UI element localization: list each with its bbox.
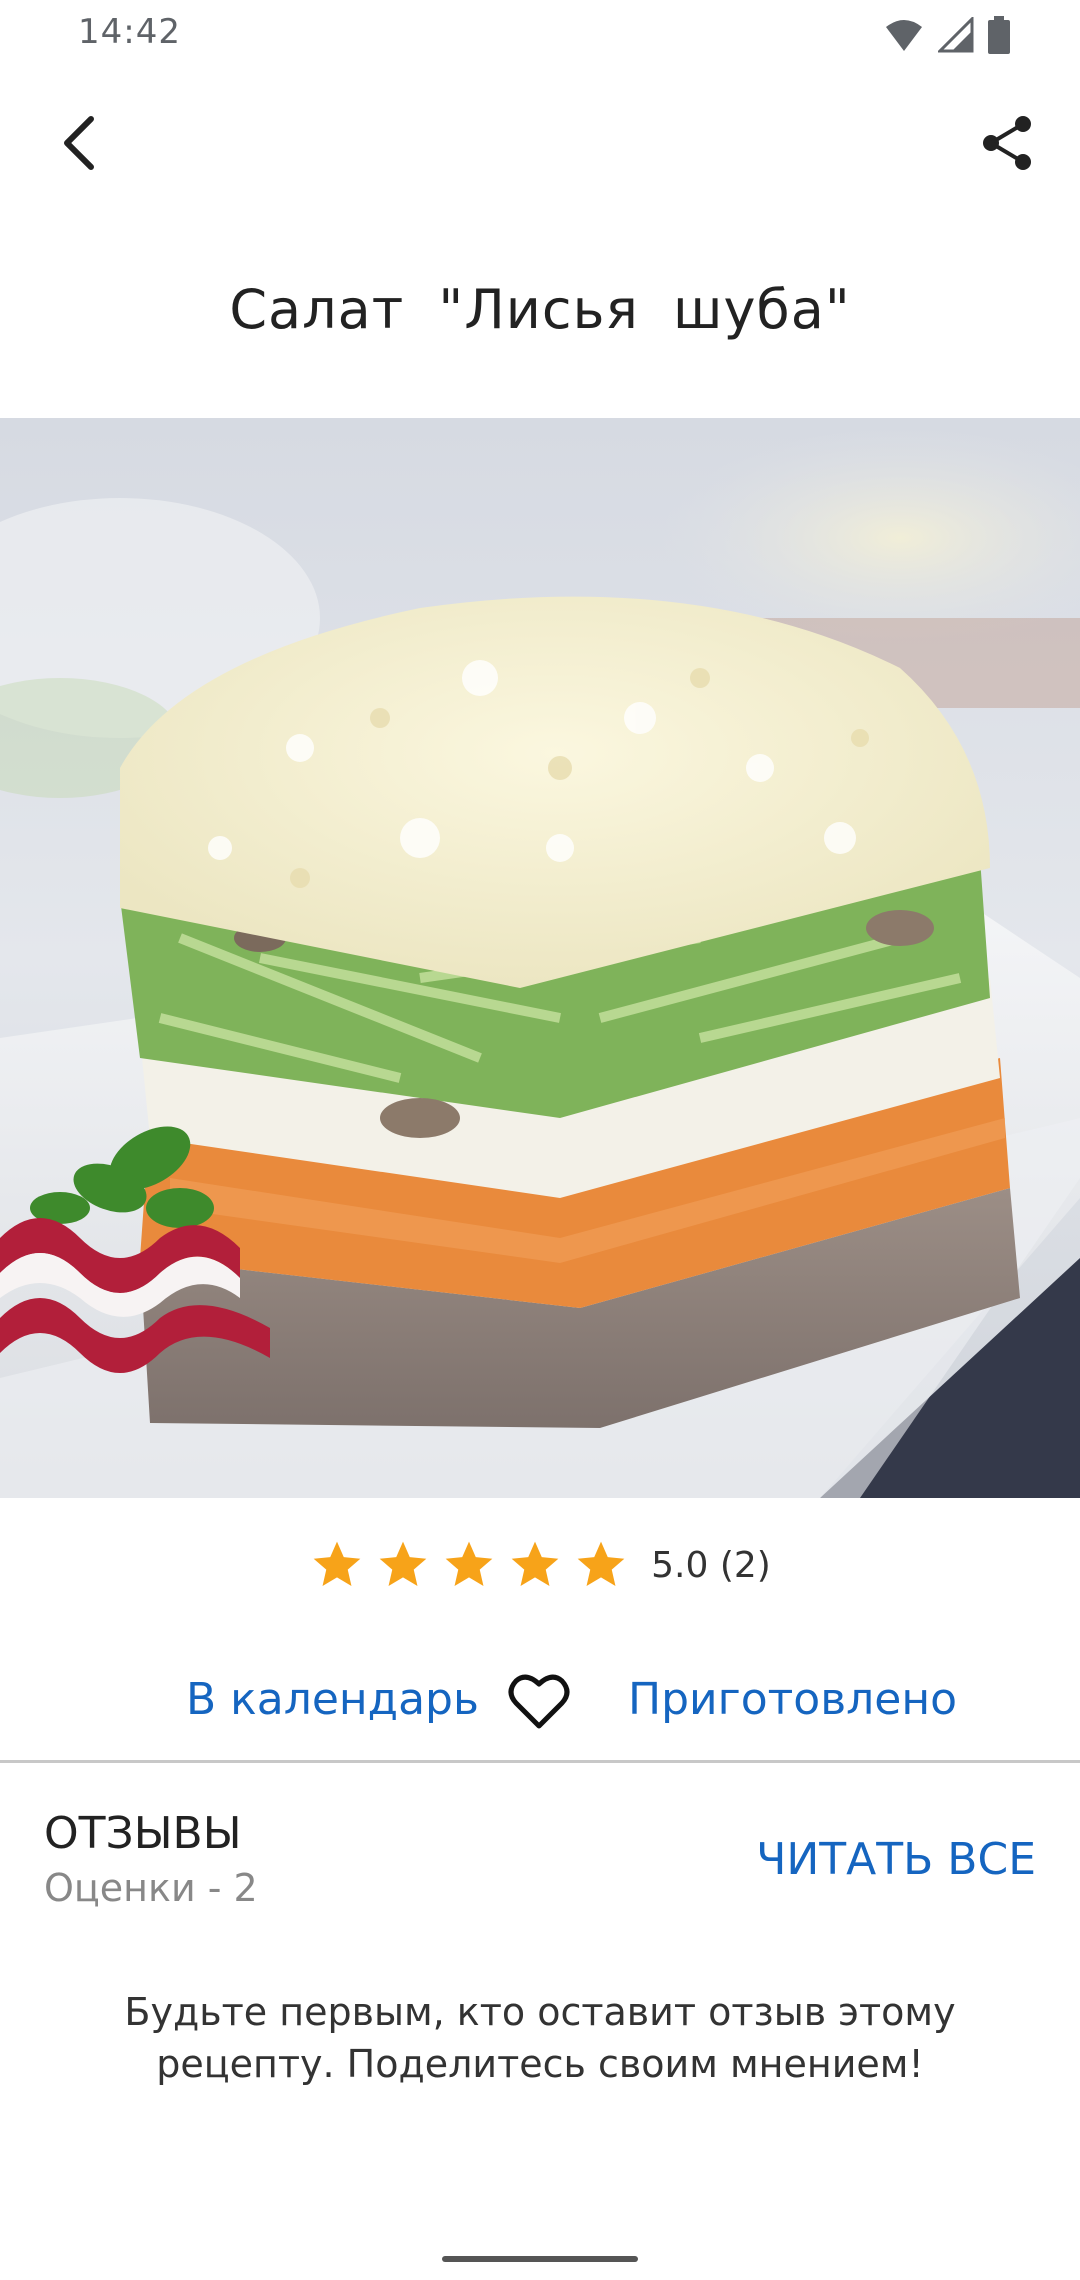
share-button[interactable]: [972, 108, 1042, 178]
star-icon: [379, 1541, 427, 1586]
favorite-button[interactable]: [508, 1672, 570, 1730]
home-indicator[interactable]: [442, 2256, 638, 2262]
star-icon: [445, 1541, 493, 1586]
star-icon: [577, 1541, 625, 1586]
status-bar: 14:42: [0, 0, 1080, 70]
star-icon: [511, 1541, 559, 1586]
reviews-count: Оценки - 2: [44, 1866, 258, 1910]
divider: [0, 1760, 1080, 1763]
cooked-button[interactable]: Приготовлено: [628, 1660, 957, 1740]
star-icon: [313, 1541, 361, 1586]
recipe-image: [0, 418, 1080, 1498]
recipe-title: Салат "Лисья шуба": [229, 278, 851, 341]
actions-row: В календарь Приготовлено: [0, 1660, 1080, 1740]
rating-row: 5.0 (2): [0, 1530, 1080, 1600]
battery-icon: [988, 16, 1010, 54]
back-arrow-icon: [64, 116, 94, 170]
empty-reviews-message: Будьте первым, кто оставит отзыв этому р…: [124, 1990, 956, 2086]
read-all-button[interactable]: ЧИТАТЬ ВСЕ: [756, 1834, 1036, 1885]
status-icons: [884, 16, 1010, 54]
add-to-calendar-button[interactable]: В календарь: [186, 1660, 479, 1740]
status-time: 14:42: [78, 12, 181, 52]
signal-icon: [938, 17, 974, 53]
share-icon: [983, 116, 1031, 170]
back-button[interactable]: [44, 108, 114, 178]
heart-icon: [508, 1674, 570, 1729]
rating-value: 5.0 (2): [651, 1544, 771, 1586]
wifi-icon: [886, 20, 922, 51]
rating-stars[interactable]: [309, 1537, 629, 1593]
reviews-heading: ОТЗЫВЫ: [44, 1808, 242, 1859]
toolbar: [0, 100, 1080, 190]
